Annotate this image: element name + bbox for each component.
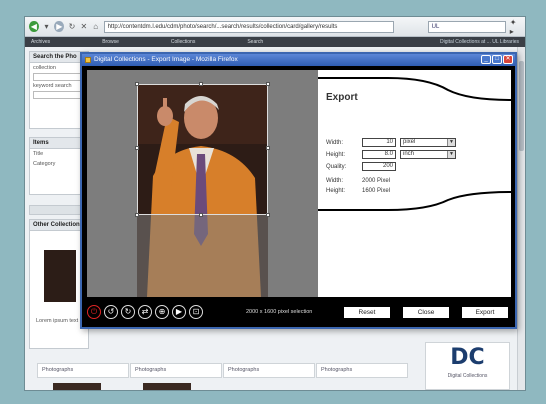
crop-handle-left[interactable] [135, 146, 139, 150]
rotate-right-icon[interactable]: ↻ [121, 305, 135, 319]
crop-handle-top[interactable] [199, 82, 203, 86]
reset-button[interactable]: Reset [344, 306, 390, 318]
site-nav-search[interactable]: Search [247, 39, 263, 45]
crop-handle-bottom-left[interactable] [135, 213, 139, 217]
reload-icon[interactable]: ↻ [68, 21, 76, 32]
address-bar[interactable]: http://contentdm.l.edu/cdm/photo/search/… [103, 20, 394, 33]
thumbnail-image-bottom-1[interactable] [53, 383, 101, 390]
quality-input[interactable]: 200 [362, 162, 396, 171]
pixel-width-info: Width: 2000 Pixel [326, 178, 390, 184]
width-label: Width: [326, 139, 344, 146]
width-row: Width: 10 pixel ▼ [326, 138, 456, 147]
thumbnail-player-image[interactable] [44, 250, 76, 302]
quality-row: Quality: 200 [326, 162, 396, 171]
digital-collections-logo[interactable]: DC Digital Collections [425, 342, 510, 390]
minimize-icon[interactable]: _ [481, 55, 491, 64]
browser-search-input[interactable]: UL [427, 20, 506, 33]
site-nav-bar: Archives Browse Collections Search Digit… [25, 37, 525, 47]
window-app-icon [85, 57, 91, 63]
flip-icon[interactable]: ⇄ [138, 305, 152, 319]
back-icon[interactable]: ◀ [29, 21, 39, 32]
photo-outside-selection-shade [137, 215, 268, 297]
site-nav-right-link[interactable]: Digital Collections at ... UL Libraries [440, 39, 519, 45]
keyword-field[interactable] [33, 91, 85, 99]
stop-icon[interactable]: ✕ [80, 21, 88, 32]
export-heading: Export [326, 92, 358, 103]
thumb-caption-3[interactable]: Photographs [223, 363, 315, 378]
logo-mark: DC [450, 345, 485, 370]
thumb-caption-4[interactable]: Photographs [316, 363, 408, 378]
chevron-down-icon: ▼ [447, 139, 455, 146]
site-nav-browse[interactable]: Browse [102, 39, 119, 45]
thumb-caption-2[interactable]: Photographs [130, 363, 222, 378]
history-dropdown-icon[interactable]: ▾ [43, 21, 51, 32]
pixel-width-value: 2000 Pixel [362, 178, 391, 184]
logo-text: Digital Collections [447, 373, 488, 379]
page-scrollbar[interactable] [517, 47, 525, 390]
browser-window: ◀ ▾ ▶ ↻ ✕ ⌂ http://contentdm.l.edu/cdm/p… [24, 16, 526, 391]
image-crop-canvas[interactable] [87, 70, 318, 297]
site-nav-collections[interactable]: Collections [171, 39, 195, 45]
power-icon[interactable]: ⏻ [87, 305, 101, 319]
pixel-width-label: Width: [326, 178, 344, 184]
thumb-caption-1[interactable]: Photographs [37, 363, 129, 378]
unit-select-bottom-value: inch [403, 151, 415, 157]
scrollbar-thumb[interactable] [519, 61, 524, 151]
close-icon[interactable]: ✕ [503, 55, 513, 64]
crop-handle-bottom-right[interactable] [266, 213, 270, 217]
dialog-titlebar[interactable]: Digital Collections - Export Image - Moz… [82, 54, 515, 66]
crop-selection-box[interactable] [135, 82, 270, 217]
browser-toolbar: ◀ ▾ ▶ ↻ ✕ ⌂ http://contentdm.l.edu/cdm/p… [25, 17, 525, 37]
export-image-dialog: Digital Collections - Export Image - Moz… [80, 52, 517, 329]
width-input[interactable]: 10 [362, 138, 396, 147]
maximize-icon[interactable]: □ [492, 55, 502, 64]
dialog-body: Export Width: 10 pixel ▼ Height: 8.0 inch… [82, 66, 515, 327]
height-input[interactable]: 8.0 [362, 150, 396, 159]
height-label: Height: [326, 151, 346, 158]
crop-handle-right[interactable] [266, 146, 270, 150]
selection-status: 2000 x 1600 pixel selection [246, 309, 313, 315]
quality-label: Quality: [326, 163, 347, 170]
extensions-icon[interactable]: ✦ ▸ [510, 18, 521, 36]
export-button[interactable]: Export [462, 306, 508, 318]
forward-icon[interactable]: ▶ [54, 21, 65, 32]
crop-handle-top-left[interactable] [135, 82, 139, 86]
thumbnail-image-bottom-2[interactable] [143, 383, 191, 390]
unit-select-bottom[interactable]: inch ▼ [400, 150, 456, 159]
dialog-title: Digital Collections - Export Image - Moz… [94, 56, 238, 63]
unit-select-top-value: pixel [403, 139, 416, 145]
rotate-left-icon[interactable]: ↺ [104, 305, 118, 319]
home-icon[interactable]: ⌂ [92, 21, 100, 32]
other-caption: Lorem ipsum text [36, 318, 79, 324]
zoom-icon[interactable]: ⊕ [155, 305, 169, 319]
play-icon[interactable]: ▶ [172, 305, 186, 319]
unit-select-top[interactable]: pixel ▼ [400, 138, 456, 147]
height-row: Height: 8.0 inch ▼ [326, 150, 456, 159]
chevron-down-icon: ▼ [447, 151, 455, 158]
export-settings-panel: Export Width: 10 pixel ▼ Height: 8.0 inch… [318, 70, 511, 297]
pixel-height-label: Height: [326, 188, 346, 194]
dialog-controls-bar: ⏻ ↺ ↻ ⇄ ⊕ ▶ ⊡ 2000 x 1600 pixel selectio… [87, 302, 511, 322]
close-button[interactable]: Close [403, 306, 449, 318]
site-nav-archives[interactable]: Archives [31, 39, 50, 45]
crop-handle-top-right[interactable] [266, 82, 270, 86]
pixel-height-info: Height: 1600 Pixel [326, 188, 390, 194]
fit-icon[interactable]: ⊡ [189, 305, 203, 319]
crop-handle-bottom[interactable] [199, 213, 203, 217]
pixel-height-value: 1600 Pixel [362, 188, 391, 194]
collection-field[interactable] [33, 73, 85, 81]
